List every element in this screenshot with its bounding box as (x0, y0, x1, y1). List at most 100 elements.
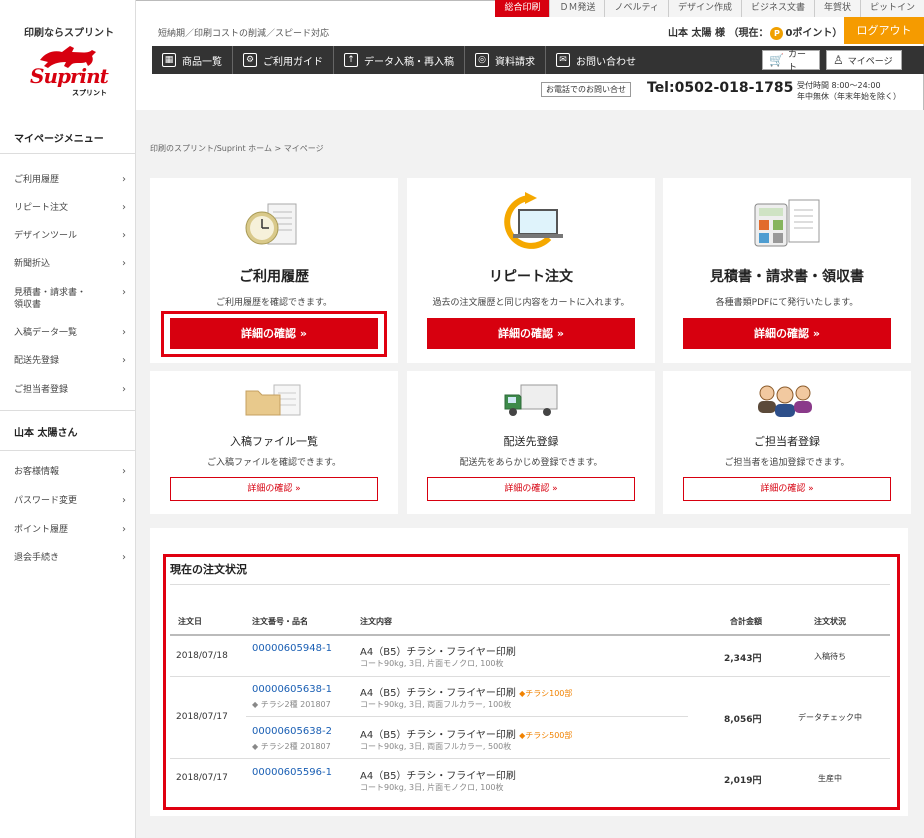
chevron-right-icon: › (122, 466, 126, 477)
service-link-design[interactable]: デザイン作成 (667, 0, 741, 17)
calculator-document-icon (754, 199, 820, 247)
sidebar-item-points[interactable]: ポイント履歴 › (14, 524, 126, 536)
mail-icon: ✉ (556, 53, 570, 67)
invoices-detail-button[interactable]: 詳細の確認 » (683, 318, 891, 349)
card-delivery: 配送先登録 配送先をあらかじめ登録できます。 詳細の確認 » (407, 371, 655, 514)
user-name: 山本 太陽 様 (668, 28, 725, 39)
card-desc: ご利用履歴を確認できます。 (215, 298, 333, 308)
service-link-business[interactable]: ビジネス文書 (740, 0, 814, 17)
chevron-right-icon: › (122, 552, 126, 563)
sidebar-item-label: 見積書・請求書・ 領収書 (14, 288, 87, 310)
logo-kana: スプリント (72, 89, 107, 97)
service-links: 総合印刷 ＤＭ発送 ノベルティ デザイン作成 ビジネス文書 年賀状 ピットイン (495, 0, 924, 17)
sidebar-item-label: 入稿データ一覧 (14, 328, 78, 338)
service-link-newyear[interactable]: 年賀状 (813, 0, 860, 17)
nav-materials[interactable]: ◎ 資料請求 (465, 46, 546, 74)
card-desc: 各種書類PDFにて発行いたします。 (715, 298, 859, 308)
nav-label: 商品一覧 (182, 56, 222, 68)
service-link-dm[interactable]: ＤＭ発送 (549, 0, 605, 17)
delivery-detail-button[interactable]: 詳細の確認 » (427, 477, 635, 501)
sidebar-item-design-tool[interactable]: デザインツール › (14, 230, 126, 242)
people-icon (758, 385, 812, 417)
chevron-right-icon: › (122, 258, 126, 269)
logout-button[interactable]: ログアウト (844, 17, 924, 44)
sidebar-item-password[interactable]: パスワード変更 › (14, 495, 126, 507)
card-contact-person: ご担当者登録 ご担当者を追加登録できます。 詳細の確認 » (663, 371, 911, 514)
sidebar-item-customer-info[interactable]: お客様情報 › (14, 466, 126, 478)
service-link-general-print[interactable]: 総合印刷 (495, 0, 550, 17)
highlight-box (161, 311, 387, 357)
sidebar-item-unsubscribe[interactable]: 退会手続き › (14, 552, 126, 564)
sidebar-item-label: お客様情報 (14, 467, 60, 477)
sidebar-item-upload-list[interactable]: 入稿データ一覧 › (14, 327, 126, 339)
chevron-right-icon: › (122, 524, 126, 535)
tagline: 短納期／印刷コストの削減／スピード対応 (158, 29, 330, 39)
sidebar-item-usage-history[interactable]: ご利用履歴 › (14, 174, 126, 186)
nav-label: 資料請求 (495, 56, 535, 68)
sidebar-item-label: デザインツール (14, 231, 78, 241)
sidebar-item-label: 退会手続き (14, 553, 60, 563)
phone-label: お電話でのお問い合せ (541, 82, 631, 97)
sidebar-item-label: パスワード変更 (14, 496, 78, 506)
sidebar-item-newspaper-insert[interactable]: 新聞折込 › (14, 258, 126, 270)
phone-number[interactable]: Tel:0502-018-1785 (647, 80, 793, 96)
cart-button[interactable]: 🛒 カート (762, 50, 820, 73)
sidebar-item-label: ご利用履歴 (14, 175, 60, 185)
sidebar-item-label: 新聞折込 (14, 259, 51, 269)
phone-hours: 受付時間 8:00～24:00 年中無休（年末年始を除く） (797, 80, 901, 102)
card-invoices: 見積書・請求書・領収書 各種書類PDFにて発行いたします。 詳細の確認 » (663, 178, 911, 363)
sidebar-item-label: 配送先登録 (14, 356, 60, 366)
service-link-novelty[interactable]: ノベルティ (604, 0, 668, 17)
chevron-right-icon: › (122, 174, 126, 185)
repeat-order-detail-button[interactable]: 詳細の確認 » (427, 318, 635, 349)
card-upload-files: 入稿ファイル一覧 ご入稿ファイルを確認できます。 詳細の確認 » (150, 371, 398, 514)
sidebar-item-invoices[interactable]: 見積書・請求書・ 領収書 › (14, 287, 126, 311)
nav-label: お問い合わせ (576, 56, 636, 68)
clock-document-icon (245, 203, 297, 245)
folder-icon (245, 384, 301, 416)
nav-guide[interactable]: ⚙ ご利用ガイド (233, 46, 334, 74)
chevron-right-icon: › (122, 355, 126, 366)
upload-files-detail-button[interactable]: 詳細の確認 » (170, 477, 378, 501)
sidebar-item-contact-person[interactable]: ご担当者登録 › (14, 384, 126, 396)
nav-products[interactable]: ▦ 商品一覧 (152, 46, 233, 74)
mypage-button[interactable]: ♙ マイページ (826, 50, 902, 70)
grid-icon: ▦ (162, 53, 176, 67)
divider (0, 450, 135, 451)
mypage-menu-title: マイページメニュー (14, 134, 104, 145)
logo-wordmark: Suprint (30, 64, 109, 88)
card-title: リピート注文 (489, 269, 573, 285)
nav-upload[interactable]: ↑ データ入稿・再入稿 (334, 46, 465, 74)
card-desc: ご担当者を追加登録できます。 (724, 458, 850, 468)
user-greeting: 山本 太陽 様 （現在： P 0ポイント） (668, 24, 842, 40)
card-title: 配送先登録 (503, 435, 559, 448)
highlight-box (163, 554, 900, 810)
service-link-pitin[interactable]: ピットイン (859, 0, 924, 17)
card-desc: ご入稿ファイルを確認できます。 (206, 458, 342, 468)
breadcrumb[interactable]: 印刷のスプリント/Suprint ホーム > マイページ (150, 143, 324, 154)
card-desc: 配送先をあらかじめ登録できます。 (459, 458, 603, 468)
card-title: 見積書・請求書・領収書 (710, 269, 864, 285)
card-title: ご利用履歴 (239, 269, 309, 285)
chevron-right-icon: › (122, 384, 126, 395)
chevron-right-icon: › (122, 495, 126, 506)
contact-person-detail-button[interactable]: 詳細の確認 » (683, 477, 891, 501)
nav-label: ご利用ガイド (263, 56, 323, 68)
user-icon: ♙ (833, 53, 844, 67)
chevron-right-icon: › (122, 230, 126, 241)
repeat-laptop-icon (504, 192, 563, 249)
guide-icon: ⚙ (243, 53, 257, 67)
suprint-logo[interactable]: Suprint スプリント (28, 42, 112, 100)
sidebar-item-label: ご担当者登録 (14, 385, 69, 395)
sidebar-item-delivery-address[interactable]: 配送先登録 › (14, 355, 126, 367)
points-suffix: ポイント） (792, 28, 843, 39)
sidebar-item-label: ポイント履歴 (14, 525, 69, 535)
sidebar-item-repeat-order[interactable]: リピート注文 › (14, 202, 126, 214)
points-prefix: （現在： (728, 28, 769, 39)
nav-label: データ入稿・再入稿 (364, 56, 454, 68)
left-column: 印刷ならスプリント Suprint スプリント マイページメニュー ご利用履歴 ›… (0, 0, 136, 838)
upload-icon: ↑ (344, 53, 358, 67)
chevron-right-icon: › (122, 287, 126, 298)
truck-icon (504, 384, 558, 416)
nav-contact[interactable]: ✉ お問い合わせ (546, 46, 646, 74)
